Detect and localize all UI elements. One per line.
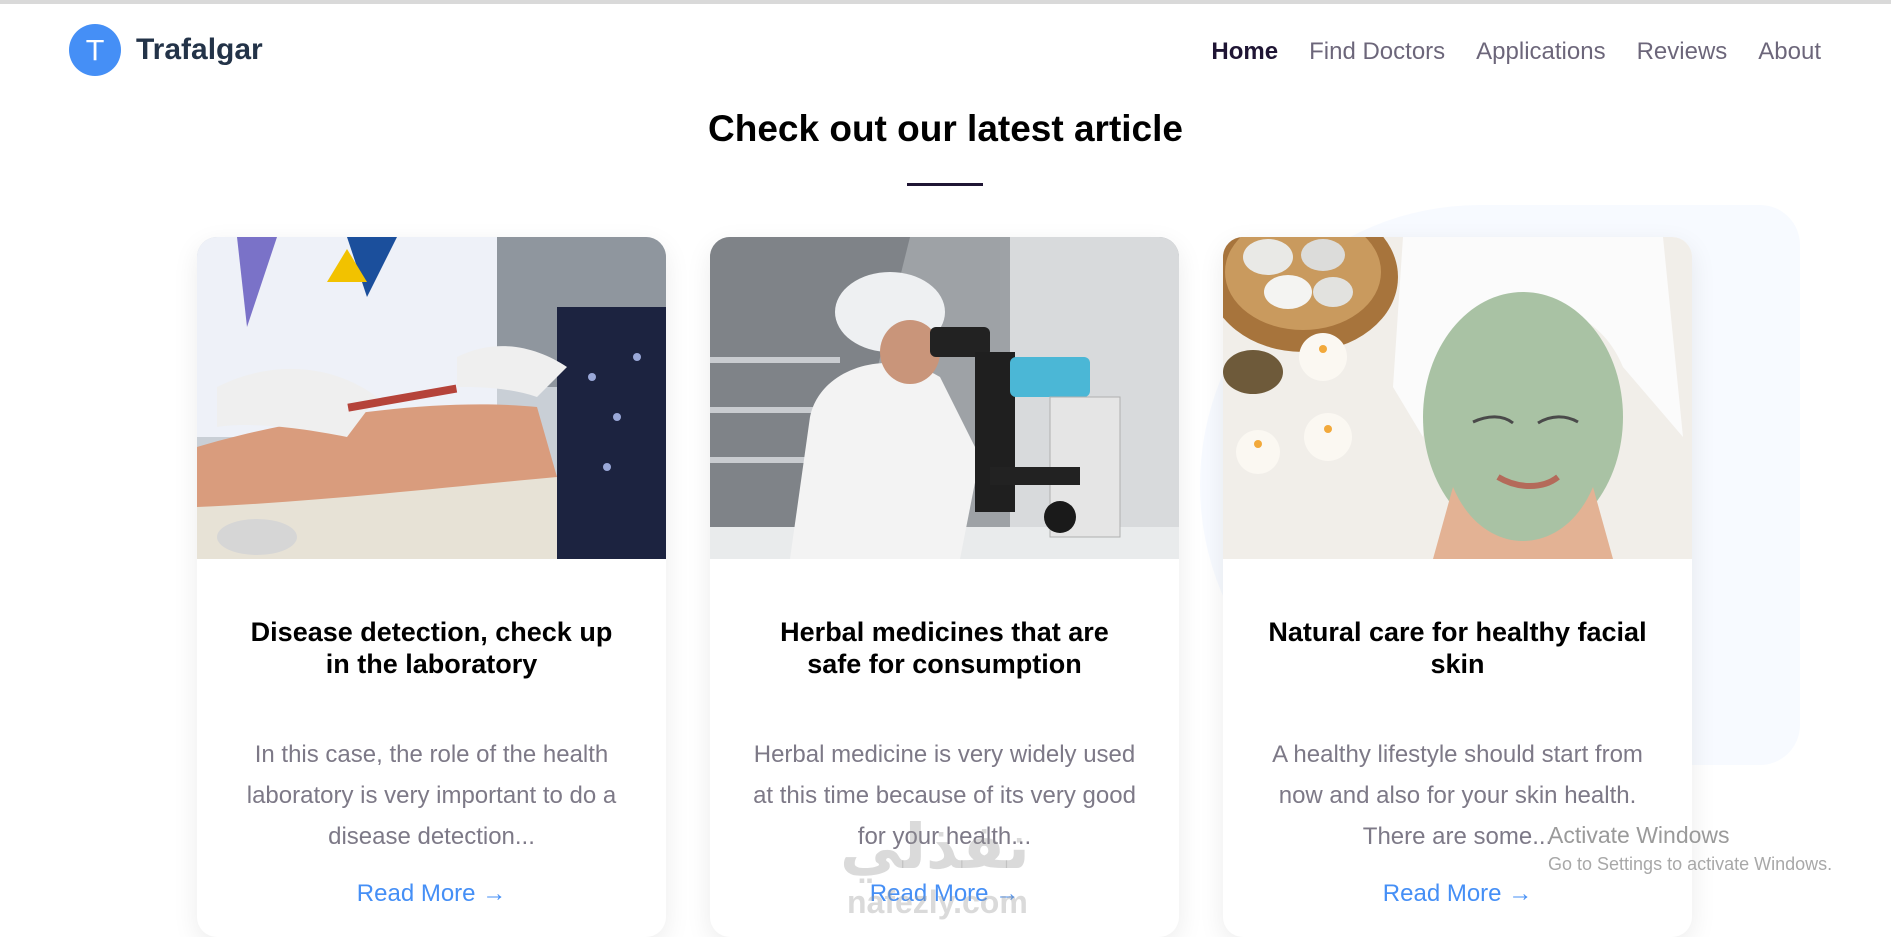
read-more-link[interactable]: Read More → — [1223, 880, 1692, 908]
nav-find-doctors[interactable]: Find Doctors — [1309, 38, 1445, 66]
brand-logo[interactable]: T Trafalgar — [69, 24, 263, 76]
card-title: Disease detection, check up in the labor… — [250, 617, 613, 679]
logo-icon: T — [69, 24, 121, 76]
main-nav: Home Find Doctors Applications Reviews A… — [1211, 38, 1821, 66]
card-excerpt: In this case, the role of the health lab… — [246, 741, 617, 850]
laboratory-photo — [197, 237, 666, 559]
facial-care-photo — [1223, 237, 1692, 559]
card-title: Natural care for healthy facial skin — [1268, 617, 1647, 679]
site-watermark-latin: nafezly.com — [847, 884, 1028, 920]
brand-name: Trafalgar — [136, 33, 263, 66]
site-watermark-arabic: نفذلي — [840, 810, 1030, 883]
card-image-lab — [197, 237, 666, 559]
site-header: T Trafalgar Home Find Doctors Applicatio… — [0, 4, 1891, 96]
nav-applications[interactable]: Applications — [1476, 38, 1605, 66]
activate-windows-subtitle: Go to Settings to activate Windows. — [1548, 854, 1833, 874]
card-image-herbal — [710, 237, 1179, 559]
title-underline — [907, 183, 983, 186]
article-card-lab: Disease detection, check up in the labor… — [197, 237, 666, 937]
read-more-link[interactable]: Read More → — [197, 880, 666, 908]
nav-about[interactable]: About — [1758, 38, 1821, 66]
microscope-photo — [710, 237, 1179, 559]
card-title: Herbal medicines that are safe for consu… — [780, 617, 1109, 679]
activate-windows-title: Activate Windows — [1548, 822, 1730, 848]
nav-reviews[interactable]: Reviews — [1637, 38, 1728, 66]
nav-home[interactable]: Home — [1211, 38, 1278, 66]
section-title: Check out our latest article — [708, 108, 1183, 149]
card-image-facial — [1223, 237, 1692, 559]
